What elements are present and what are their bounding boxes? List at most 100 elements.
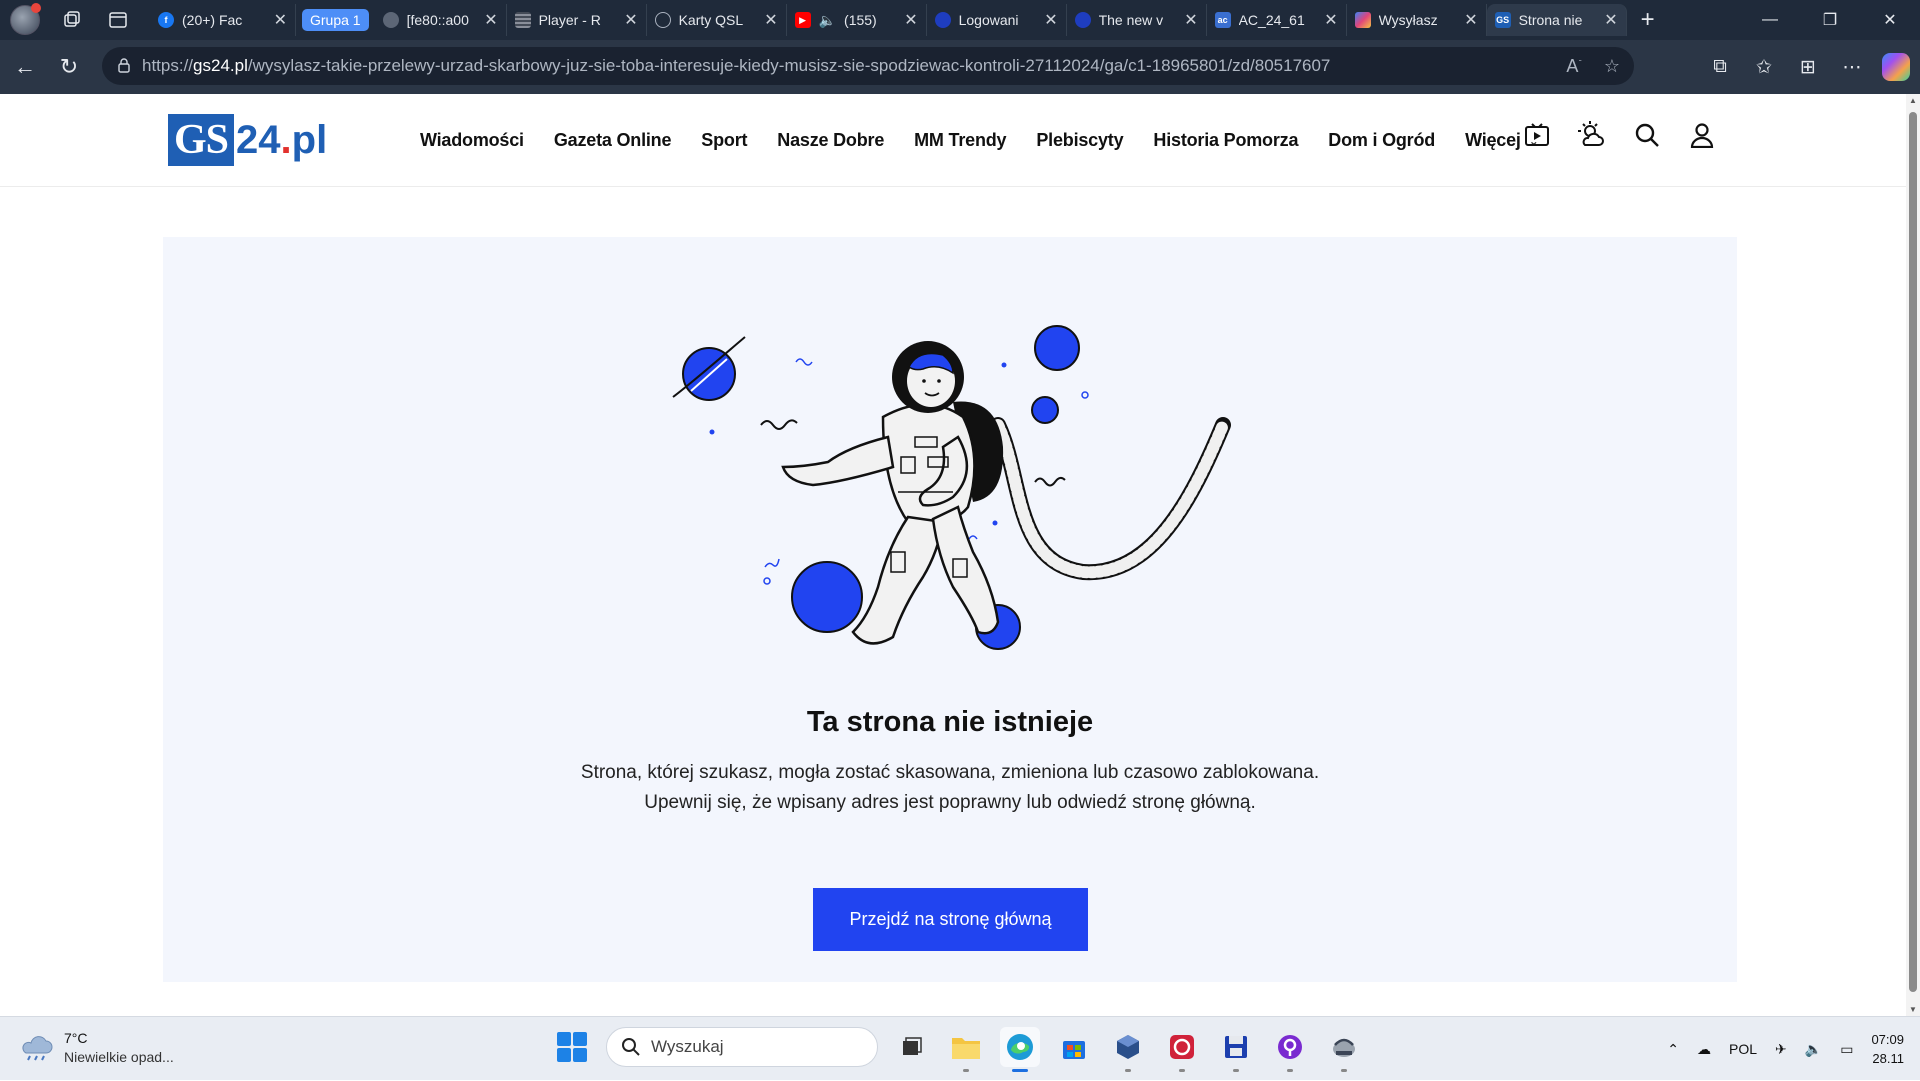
nav-sport[interactable]: Sport [701,130,747,151]
language-indicator[interactable]: POL [1729,1041,1757,1057]
favorite-star-icon[interactable]: ☆ [1604,56,1620,77]
airplane-mode-icon[interactable]: ✈ [1775,1041,1787,1058]
running-indicator [1125,1069,1131,1072]
page-scrollbar[interactable]: ▲ ▼ [1906,94,1920,1016]
app-red-icon[interactable] [1162,1027,1202,1072]
read-aloud-icon[interactable]: Aᐨ [1566,56,1582,77]
profile-avatar[interactable] [10,3,41,35]
restore-icon[interactable]: ❐ [1800,10,1860,30]
volume-icon[interactable]: 🔈 [1805,1041,1822,1058]
running-indicator [963,1069,969,1072]
scroll-up-icon[interactable]: ▲ [1908,96,1918,105]
url-prefix: https:// [142,56,194,75]
battery-icon[interactable]: ▭ [1840,1041,1853,1058]
network-app-icon[interactable] [1324,1027,1364,1072]
eu-icon [1074,12,1091,28]
tab-logowanie[interactable]: Logowani ✕ [927,4,1067,36]
taskbar-clock[interactable]: 07:09 28.11 [1871,1030,1904,1068]
virtualbox-icon[interactable] [1108,1027,1148,1072]
nav-dom-i-ogrod[interactable]: Dom i Ogród [1328,130,1435,151]
speaker-icon[interactable]: 🔈 [819,12,836,29]
copilot-icon[interactable] [1882,53,1910,81]
clock-time: 07:09 [1871,1032,1904,1047]
tab-wysylasz[interactable]: Wysyłasz ✕ [1347,4,1487,36]
vertical-tabs-icon[interactable] [104,6,132,34]
web-icon [382,12,399,28]
close-icon[interactable]: ✕ [624,10,637,30]
nav-historia-pomorza[interactable]: Historia Pomorza [1153,130,1298,151]
nav-wiadomosci[interactable]: Wiadomości [420,130,524,151]
tab-player[interactable]: Player - R ✕ [507,4,647,36]
close-icon[interactable]: ✕ [1044,10,1057,30]
tab-strona-nie-istnieje[interactable]: GS Strona nie ✕ [1486,4,1627,36]
user-icon[interactable] [1687,120,1717,150]
close-icon[interactable]: ✕ [904,10,917,30]
close-icon[interactable]: ✕ [1184,10,1197,30]
favorites-icon[interactable]: ✩ [1750,56,1778,79]
close-icon[interactable]: ✕ [484,10,497,30]
onedrive-icon[interactable]: ☁ [1697,1041,1711,1058]
refresh-icon[interactable]: ↻ [47,54,91,80]
error-title: Ta strona nie istnieje [806,706,1094,738]
edge-browser-icon[interactable] [1000,1027,1040,1072]
close-icon[interactable]: ✕ [764,10,777,30]
tab-ipv6[interactable]: [fe80::a00 ✕ [375,4,507,36]
gs24-icon: GS [1494,12,1511,28]
url-path: /wysylasz-takie-przelewy-urzad-skarbowy-… [247,56,1331,75]
header-icons [1522,120,1717,150]
taskbar-search[interactable]: Wyszukaj [606,1027,878,1067]
more-menu-icon[interactable]: ⋯ [1838,56,1866,79]
chevron-up-icon[interactable]: ⌃ [1667,1041,1679,1058]
tab-title: Player - R [538,12,601,28]
nav-plebiscyty[interactable]: Plebiscyty [1036,130,1123,151]
tab-title: The new v [1098,12,1164,28]
running-indicator [1179,1069,1185,1072]
collections-icon[interactable]: ⊞ [1794,56,1822,79]
tab-youtube[interactable]: ▶ 🔈 (155) ✕ [787,4,927,36]
search-icon[interactable] [1632,120,1662,150]
save-app-icon[interactable] [1216,1027,1256,1072]
back-icon[interactable]: ← [3,54,47,80]
lock-icon[interactable] [116,57,132,76]
purple-app-icon[interactable] [1270,1027,1310,1072]
new-tab-button[interactable]: + [1627,6,1669,34]
logo-gs: GS [168,114,235,166]
store-icon[interactable] [1054,1027,1094,1067]
workspaces-icon[interactable] [58,6,86,34]
error-line-2: Upewnij się, że wpisany adres jest popra… [644,792,1256,813]
address-bar[interactable]: https://gs24.pl/wysylasz-takie-przelewy-… [102,47,1634,85]
tab-title: Wysyłasz [1378,12,1438,28]
close-icon[interactable]: ✕ [1604,10,1617,30]
extensions-icon[interactable]: ⧉ [1706,56,1734,78]
close-icon[interactable]: ✕ [274,10,287,30]
tab-group-chip[interactable]: Grupa 1 [302,9,369,31]
task-view-icon[interactable] [892,1027,932,1067]
tab-ac-24[interactable]: ac AC_24_61 ✕ [1207,4,1347,36]
address-bar-row: ← ↻ https://gs24.pl/wysylasz-takie-przel… [0,40,1920,94]
nav-nasze-dobre[interactable]: Nasze Dobre [777,130,884,151]
weather-icon[interactable] [1577,120,1607,150]
windows-start-icon[interactable] [552,1027,592,1067]
close-icon[interactable]: ✕ [1324,10,1337,30]
url-domain: gs24.pl [193,56,248,75]
tab-karty-qsl[interactable]: Karty QSL ✕ [647,4,787,36]
tab-facebook[interactable]: f (20+) Fac ✕ [150,4,296,36]
scrollbar-thumb[interactable] [1909,112,1917,992]
error-line-1: Strona, której szukasz, mogła zostać ska… [580,762,1320,783]
address-bar-actions: Aᐨ ☆ [1566,56,1620,77]
nav-gazeta-online[interactable]: Gazeta Online [554,130,672,151]
video-icon[interactable] [1522,120,1552,150]
go-home-button[interactable]: Przejdź na stronę główną [813,888,1088,951]
file-explorer-icon[interactable] [946,1027,986,1072]
taskbar-weather[interactable]: 7°C Niewielkie opad... [20,1029,174,1067]
minimize-icon[interactable]: — [1740,11,1800,29]
close-icon[interactable]: ✕ [1464,10,1477,30]
close-window-icon[interactable]: ✕ [1860,10,1920,30]
tab-strip: f (20+) Fac ✕ Grupa 1 [fe80::a00 ✕ Playe… [150,0,1740,40]
site-logo[interactable]: GS 24 . pl [168,114,327,166]
globe-icon [654,12,671,28]
tab-the-new[interactable]: The new v ✕ [1067,4,1207,36]
url-text: https://gs24.pl/wysylasz-takie-przelewy-… [142,56,1330,76]
nav-mm-trendy[interactable]: MM Trendy [914,130,1006,151]
scroll-down-icon[interactable]: ▼ [1908,1005,1918,1014]
